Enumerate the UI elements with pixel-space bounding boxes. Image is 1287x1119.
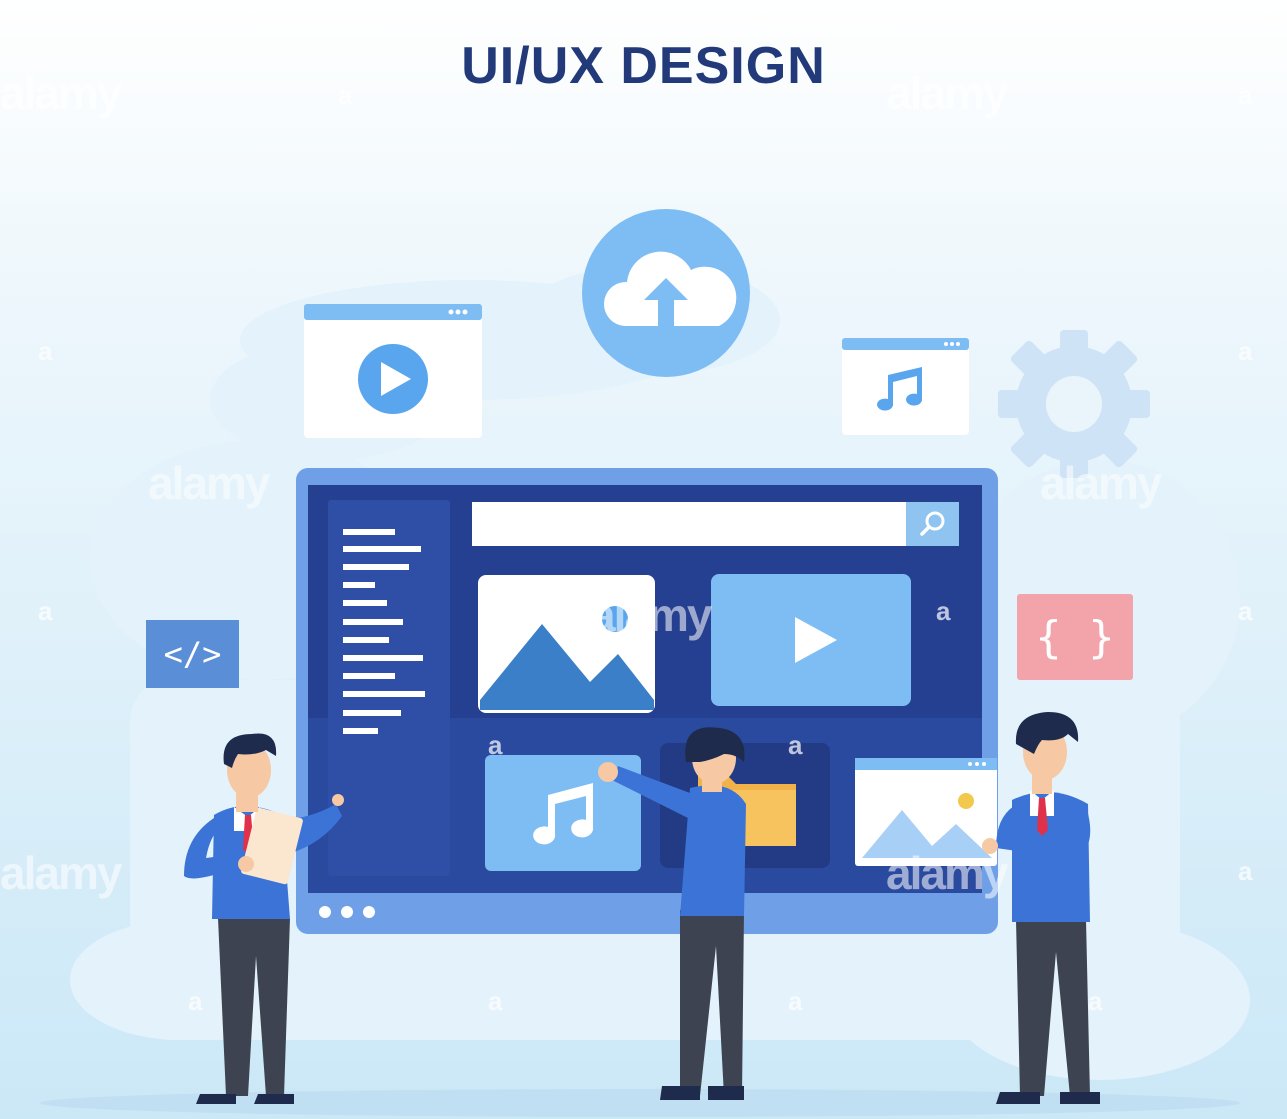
screen-dot-2 xyxy=(341,906,353,918)
image-card[interactable] xyxy=(478,575,655,713)
curly-braces-icon: { } xyxy=(1017,594,1133,680)
sidebar-panel xyxy=(328,500,450,876)
illustration xyxy=(40,209,1250,1117)
video-card[interactable] xyxy=(711,574,911,706)
cloud-upload-icon xyxy=(582,209,750,377)
search-button[interactable] xyxy=(906,502,959,546)
screen-dot-1 xyxy=(319,906,331,918)
screen-dot-3 xyxy=(363,906,375,918)
code-tag-icon: </> xyxy=(146,620,239,688)
image-window-icon xyxy=(855,758,997,866)
music-window-icon xyxy=(842,338,969,435)
page-title: UI/UX DESIGN xyxy=(461,37,826,95)
gear-icon xyxy=(998,330,1150,478)
search-input[interactable] xyxy=(472,502,906,546)
search-icon xyxy=(919,511,944,536)
video-window-icon xyxy=(304,304,482,438)
